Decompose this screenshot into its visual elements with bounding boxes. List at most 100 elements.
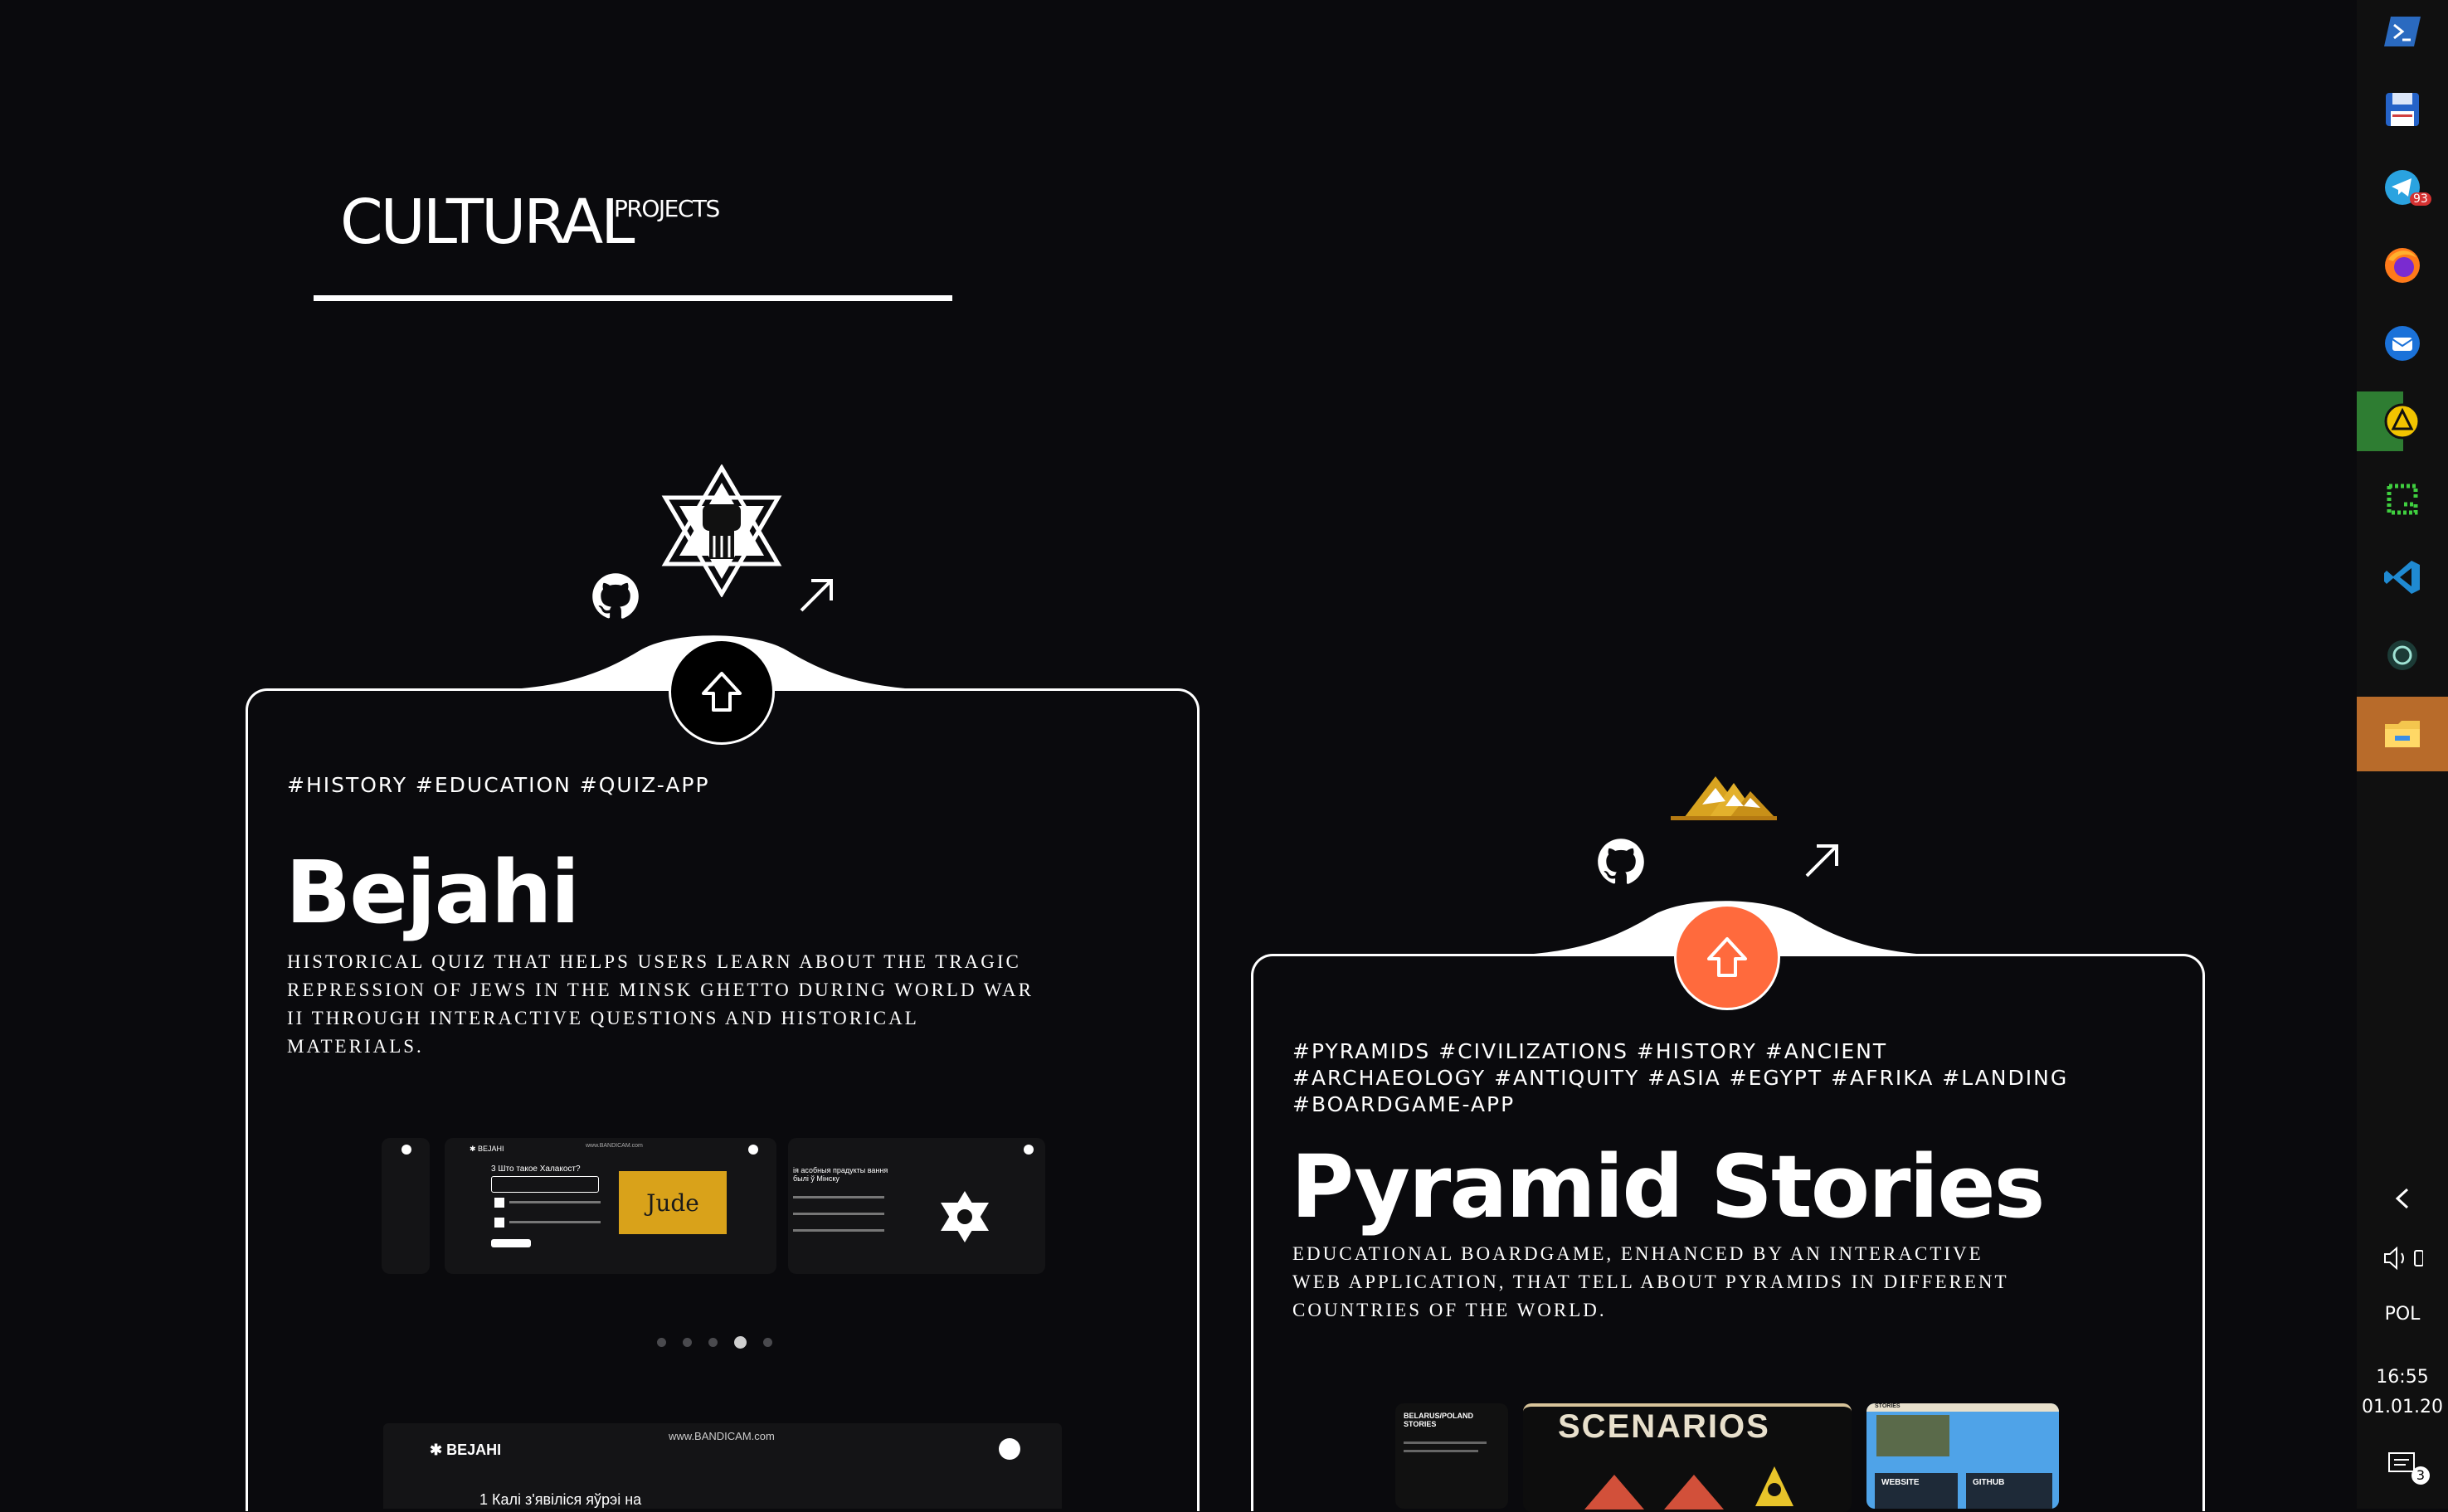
carousel-dot[interactable] xyxy=(708,1337,718,1347)
tray-language[interactable]: POL xyxy=(2357,1304,2448,1325)
pyramid-card-icon xyxy=(1584,1475,1644,1510)
carousel-dot[interactable] xyxy=(683,1337,692,1347)
screenshot-carousel[interactable]: BELARUS/POLAND STORIES SCENARIOS STORIES… xyxy=(1395,1403,2059,1512)
slide-photo xyxy=(1876,1415,1949,1456)
theme-toggle-icon xyxy=(402,1145,411,1155)
firefox-icon xyxy=(2385,248,2420,283)
project-description: Educational boardgame, enhanced by an in… xyxy=(1292,1243,2009,1320)
star-of-david-fist-icon xyxy=(661,464,782,597)
powershell-icon xyxy=(2384,17,2421,46)
notification-count: 3 xyxy=(2411,1466,2430,1485)
pyramids-icon xyxy=(1671,776,1777,820)
tray-clock-date[interactable]: 01.01.20 xyxy=(2357,1397,2448,1417)
file-explorer-icon xyxy=(2385,721,2420,747)
slide-heading: 3 Што такое Халакост? xyxy=(491,1164,581,1174)
chatgpt-icon xyxy=(2387,640,2417,670)
theme-toggle-icon xyxy=(1024,1145,1034,1155)
carousel-slide[interactable]: ✱ BEJAHI www.BANDICAM.com 3 Што такое Ха… xyxy=(445,1138,776,1274)
notifications-button[interactable]: 3 xyxy=(2357,1440,2448,1490)
arrow-up-icon xyxy=(702,672,742,712)
chevron-left-icon xyxy=(2395,1188,2409,1209)
quiz-submit-button xyxy=(491,1239,531,1247)
tray-volume[interactable] xyxy=(2357,1237,2448,1279)
quiz-option xyxy=(509,1221,601,1223)
project-video-preview[interactable]: ✱ BEJAHI www.BANDICAM.com 1 Калі з'явілі… xyxy=(383,1423,1062,1509)
carousel-slide[interactable]: SCENARIOS xyxy=(1523,1403,1852,1512)
quiz-option xyxy=(793,1229,884,1232)
website-button: WEBSITE xyxy=(1875,1473,1958,1509)
scroll-up-button[interactable] xyxy=(669,639,775,745)
project-tags: #PYRAMIDS #CIVILIZATIONS #HISTORY #ANCIE… xyxy=(1292,1039,2069,1116)
scroll-up-button[interactable] xyxy=(1674,904,1780,1010)
thunderbird-icon xyxy=(2385,326,2420,361)
taskbar-app-file-explorer[interactable] xyxy=(2357,697,2448,771)
quiz-option xyxy=(793,1196,884,1198)
pharaoh-icon xyxy=(1755,1466,1793,1506)
slide-brand: ✱ BEJAHI xyxy=(470,1145,504,1153)
quiz-option xyxy=(491,1176,599,1193)
carousel-pagination xyxy=(657,1334,781,1350)
taskbar-app-chatgpt[interactable] xyxy=(2357,625,2448,685)
github-icon[interactable] xyxy=(591,572,640,620)
slide-text-line xyxy=(1404,1442,1487,1444)
carousel-slide[interactable]: ія асобныя прадукты вання былі ў Мінску xyxy=(788,1138,1045,1274)
vscode-icon xyxy=(2384,561,2420,594)
volume-icon xyxy=(2384,1246,2423,1271)
section-title: CULTURAL xyxy=(340,187,635,258)
arrow-up-right-icon[interactable] xyxy=(796,576,836,615)
project-title: Pyramid Stories xyxy=(1291,1136,2046,1237)
project-card-bejahi xyxy=(246,688,1200,1511)
telegram-badge: 93 xyxy=(2410,192,2431,206)
quiz-option xyxy=(509,1201,601,1203)
github-button: GITHUB xyxy=(1966,1473,2052,1509)
taskbar-app-firefox[interactable] xyxy=(2357,236,2448,295)
preview-url: www.BANDICAM.com xyxy=(669,1430,775,1442)
github-button-label: GITHUB xyxy=(1973,1478,2005,1487)
carousel-slide[interactable]: STORIES WEBSITE GITHUB xyxy=(1866,1403,2059,1509)
arrow-up-icon xyxy=(1707,937,1747,977)
screenshot-carousel[interactable]: ✱ BEJAHI www.BANDICAM.com 3 Што такое Ха… xyxy=(382,1138,1045,1274)
slide-heading: ія асобныя прадукты вання былі ў Мінску xyxy=(793,1166,888,1183)
taskbar-app-thunderbird[interactable] xyxy=(2357,314,2448,373)
arch-launcher-icon xyxy=(2384,403,2421,440)
carousel-slide-partial[interactable] xyxy=(382,1138,430,1274)
jude-badge-image: Jude xyxy=(619,1171,727,1234)
slide-heading: STORIES xyxy=(1875,1403,1900,1409)
quiz-option xyxy=(494,1218,504,1228)
taskbar-app-grid[interactable] xyxy=(2357,469,2448,529)
arrow-up-right-icon[interactable] xyxy=(1802,841,1842,881)
taskbar-app-disk[interactable] xyxy=(2357,80,2448,139)
tray-clock-time[interactable]: 16:55 xyxy=(2357,1367,2448,1388)
star-of-david-icon xyxy=(941,1191,989,1242)
quiz-option xyxy=(494,1198,504,1208)
tray-overflow-button[interactable] xyxy=(2357,1178,2448,1219)
theme-toggle-icon xyxy=(748,1145,758,1155)
project-description: Historical quiz that helps users learn a… xyxy=(287,951,1034,1057)
taskbar-app-arch-launcher[interactable] xyxy=(2357,391,2448,451)
preview-text: 1 Калі з'явіліся яўрэі на xyxy=(479,1491,642,1508)
carousel-slide[interactable]: BELARUS/POLAND STORIES xyxy=(1395,1403,1508,1509)
project-tags: #HISTORY #EDUCATION #QUIZ-APP xyxy=(287,773,710,797)
taskbar-app-telegram[interactable]: 93 xyxy=(2357,158,2448,217)
jude-badge-text: Jude xyxy=(646,1189,699,1217)
section-underline xyxy=(314,295,952,301)
website-button-label: WEBSITE xyxy=(1881,1478,1920,1487)
carousel-dot[interactable] xyxy=(763,1337,772,1347)
section-subtitle: PROJECTS xyxy=(614,195,720,222)
preview-brand: ✱ BEJAHI xyxy=(430,1442,502,1458)
taskbar-app-powershell[interactable] xyxy=(2357,2,2448,61)
carousel-dot-active[interactable] xyxy=(734,1335,747,1349)
carousel-dot[interactable] xyxy=(657,1337,666,1347)
theme-toggle-icon xyxy=(999,1438,1020,1460)
pyramid-card-icon xyxy=(1664,1475,1724,1510)
slide-heading: SCENARIOS xyxy=(1558,1408,1770,1445)
project-title: Bejahi xyxy=(285,842,580,943)
grid-app-icon xyxy=(2387,484,2418,515)
github-icon[interactable] xyxy=(1597,838,1645,886)
taskbar: 93 POL 16:55 01.01.20 3 xyxy=(2357,0,2448,1509)
slide-heading: BELARUS/POLAND STORIES xyxy=(1404,1412,1474,1428)
slide-url: www.BANDICAM.com xyxy=(586,1143,643,1149)
floppy-disk-icon xyxy=(2386,93,2419,126)
slide-text-line xyxy=(1404,1450,1478,1452)
taskbar-app-vscode[interactable] xyxy=(2357,547,2448,607)
